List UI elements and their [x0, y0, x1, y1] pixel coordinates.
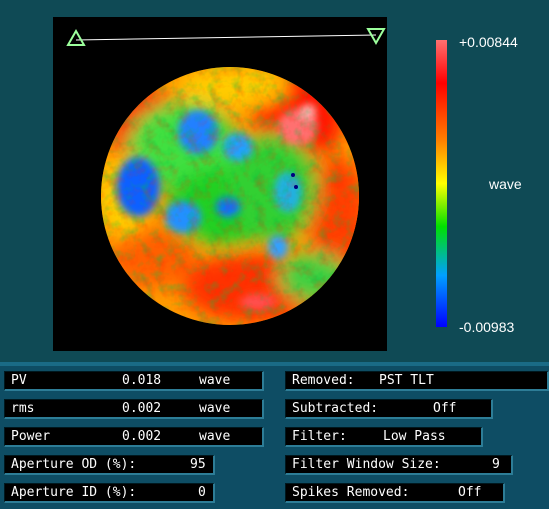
subtracted-field: Subtracted: Off [285, 399, 493, 419]
color-scale-bar [436, 40, 447, 327]
filter-value: Low Pass [383, 429, 446, 444]
spikes-label: Spikes Removed: [292, 485, 410, 500]
surface-map-svg [66, 28, 386, 325]
pv-field: PV 0.018 wave [4, 371, 264, 391]
power-field: Power 0.002 wave [4, 427, 264, 447]
power-unit: wave [199, 429, 231, 444]
color-scale-max-label: +0.00844 [459, 34, 518, 50]
filter-label: Filter: [292, 429, 347, 444]
removed-label: Removed: [292, 373, 355, 388]
subtracted-value: Off [433, 401, 457, 416]
spikes-value: Off [458, 485, 482, 500]
aperture-map [101, 67, 359, 325]
surface-map-plot [53, 17, 387, 351]
pv-unit: wave [199, 373, 231, 388]
aperture-id-value: 0 [198, 485, 206, 500]
power-label: Power [11, 429, 51, 444]
profile-start-handle[interactable] [66, 28, 86, 46]
results-panel: PV 0.018 wave rms 0.002 wave Power 0.002… [0, 366, 549, 509]
filter-window-field: Filter Window Size: 9 [285, 455, 513, 475]
power-value: 0.002 [122, 429, 162, 444]
aperture-od-value: 95 [190, 457, 206, 472]
aperture-id-label: Aperture ID (%): [11, 485, 137, 500]
subtracted-label: Subtracted: [292, 401, 379, 416]
color-scale-unit-label: wave [489, 176, 522, 192]
filter-window-value: 9 [492, 457, 500, 472]
rms-field: rms 0.002 wave [4, 399, 264, 419]
surface-map-window: +0.00844 wave -0.00983 PV 0.018 wave rms… [0, 0, 549, 509]
filter-field: Filter: Low Pass [285, 427, 483, 447]
profile-end-handle[interactable] [366, 28, 386, 46]
map-panel: +0.00844 wave -0.00983 [0, 0, 549, 362]
rms-unit: wave [199, 401, 231, 416]
color-scale-min-label: -0.00983 [459, 319, 515, 335]
removed-value: PST TLT [379, 373, 434, 388]
aperture-id-field: Aperture ID (%): 0 [4, 483, 215, 503]
rms-label: rms [11, 401, 35, 416]
pv-label: PV [11, 373, 27, 388]
filter-window-label: Filter Window Size: [292, 457, 441, 472]
spikes-field: Spikes Removed: Off [285, 483, 505, 503]
pv-value: 0.018 [122, 373, 162, 388]
profile-line[interactable] [75, 34, 377, 41]
rms-value: 0.002 [122, 401, 162, 416]
aperture-od-field: Aperture OD (%): 95 [4, 455, 215, 475]
removed-field: Removed: PST TLT [285, 371, 549, 391]
aperture-od-label: Aperture OD (%): [11, 457, 137, 472]
